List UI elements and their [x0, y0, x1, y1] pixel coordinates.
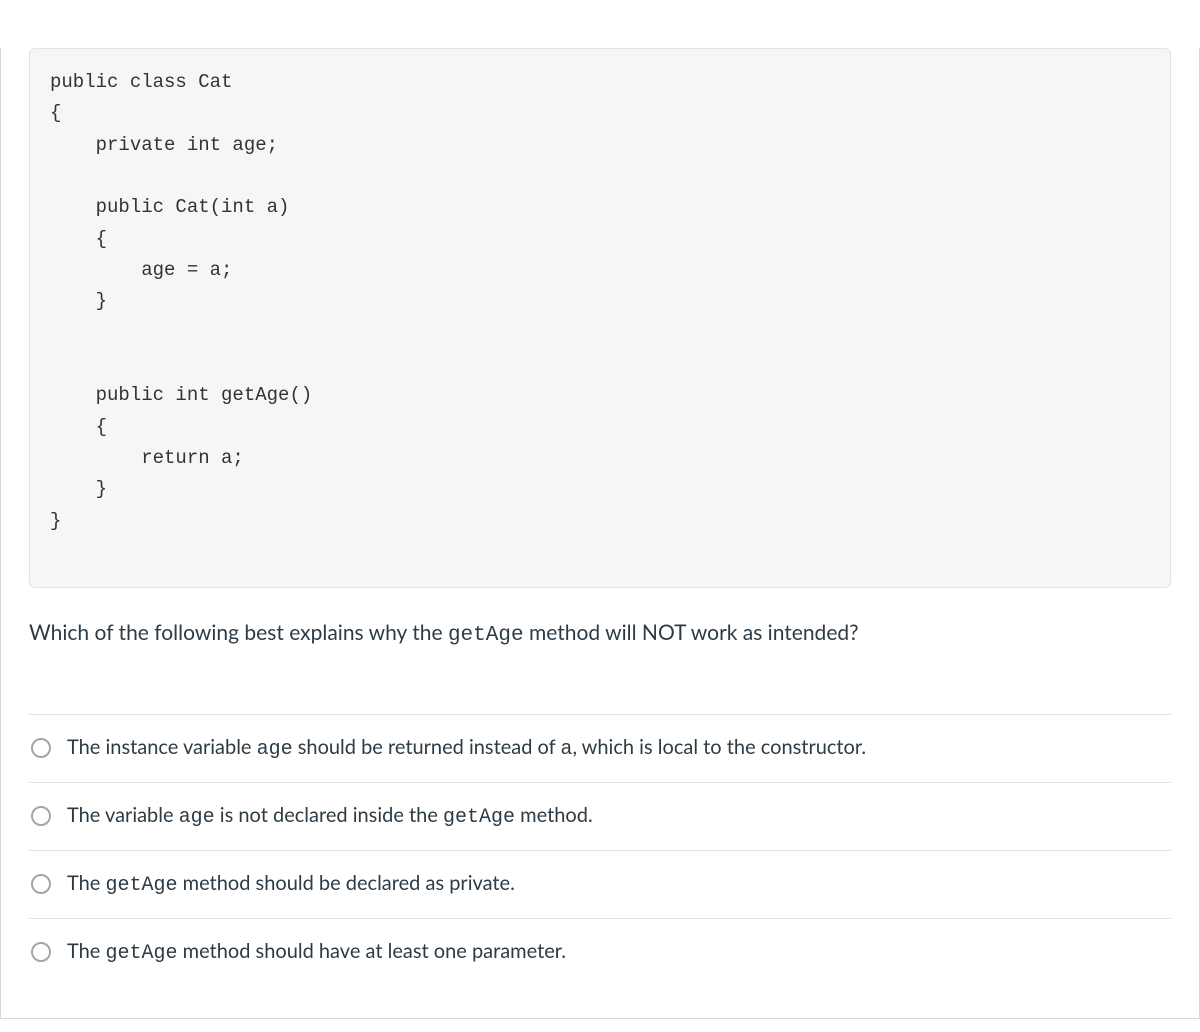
answer-text: The getAge method should have at least o… — [67, 937, 566, 968]
answer-text: The instance variable age should be retu… — [67, 733, 866, 764]
answer-option[interactable]: The variable age is not declared inside … — [29, 782, 1171, 850]
question-container: public class Cat { private int age; publ… — [0, 48, 1200, 1019]
question-text: Which of the following best explains why… — [29, 616, 1171, 654]
radio-icon[interactable] — [31, 738, 51, 758]
radio-icon[interactable] — [31, 806, 51, 826]
answer-option[interactable]: The getAge method should have at least o… — [29, 918, 1171, 986]
question-code1: getAge — [448, 624, 524, 647]
answers-list: The instance variable age should be retu… — [29, 714, 1171, 986]
answer-option[interactable]: The getAge method should be declared as … — [29, 850, 1171, 918]
answer-text: The variable age is not declared inside … — [67, 801, 593, 832]
radio-icon[interactable] — [31, 874, 51, 894]
code-block: public class Cat { private int age; publ… — [29, 48, 1171, 588]
answer-text: The getAge method should be declared as … — [67, 869, 515, 900]
question-part2: method will NOT work as intended? — [524, 620, 859, 645]
answer-option[interactable]: The instance variable age should be retu… — [29, 714, 1171, 782]
radio-icon[interactable] — [31, 942, 51, 962]
question-part1: Which of the following best explains why… — [29, 620, 448, 645]
